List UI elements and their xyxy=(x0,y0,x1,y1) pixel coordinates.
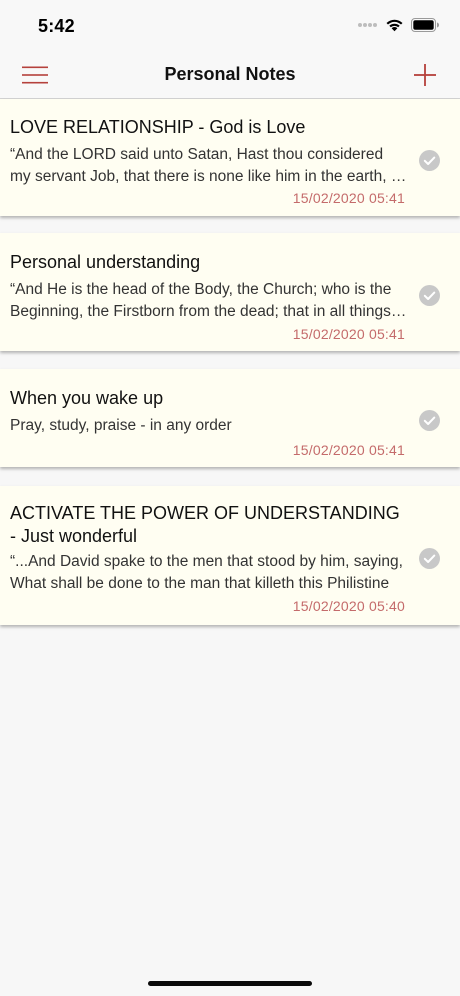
note-preview: Pray, study, praise - in any order xyxy=(10,417,232,434)
checkmark-circle-icon[interactable] xyxy=(419,548,440,569)
note-title: Personal understanding xyxy=(10,252,201,272)
status-bar: 5:42 xyxy=(0,0,460,52)
note-title: LOVE RELATIONSHIP - God is Love xyxy=(10,117,306,137)
notes-list: LOVE RELATIONSHIP - God is Love “And the… xyxy=(0,99,460,625)
status-time: 5:42 xyxy=(38,16,75,36)
checkmark-circle-icon[interactable] xyxy=(419,410,440,431)
note-card[interactable]: Personal understanding “And He is the he… xyxy=(0,233,460,351)
note-preview: “And He is the head of the Body, the Chu… xyxy=(10,281,392,320)
note-title: When you wake up xyxy=(10,388,164,408)
wifi-icon xyxy=(386,19,403,32)
note-title: ACTIVATE THE POWER OF UNDERSTANDING - Ju… xyxy=(10,503,400,546)
plus-icon xyxy=(414,64,436,86)
battery-icon xyxy=(411,18,439,32)
checkmark-circle-icon[interactable] xyxy=(419,150,440,171)
page-title: Personal Notes xyxy=(164,64,296,84)
note-preview: “And the LORD said unto Satan, Hast thou… xyxy=(10,146,400,185)
note-date: 15/02/2020 05:41 xyxy=(292,190,405,206)
home-indicator[interactable] xyxy=(148,981,312,986)
note-date: 15/02/2020 05:40 xyxy=(292,598,405,614)
navigation-bar: Personal Notes xyxy=(0,52,460,99)
note-date: 15/02/2020 05:41 xyxy=(292,442,405,458)
note-card[interactable]: ACTIVATE THE POWER OF UNDERSTANDING - Ju… xyxy=(0,486,460,625)
note-date: 15/02/2020 05:41 xyxy=(292,326,405,342)
note-preview: “...And David spake to the men that stoo… xyxy=(10,553,403,592)
note-card[interactable]: LOVE RELATIONSHIP - God is Love “And the… xyxy=(0,99,460,216)
checkmark-circle-icon[interactable] xyxy=(419,285,440,306)
signal-icon xyxy=(358,23,377,27)
note-card[interactable]: When you wake up Pray, study, praise - i… xyxy=(0,369,460,467)
status-icons xyxy=(358,18,440,32)
add-note-button[interactable] xyxy=(402,56,448,94)
